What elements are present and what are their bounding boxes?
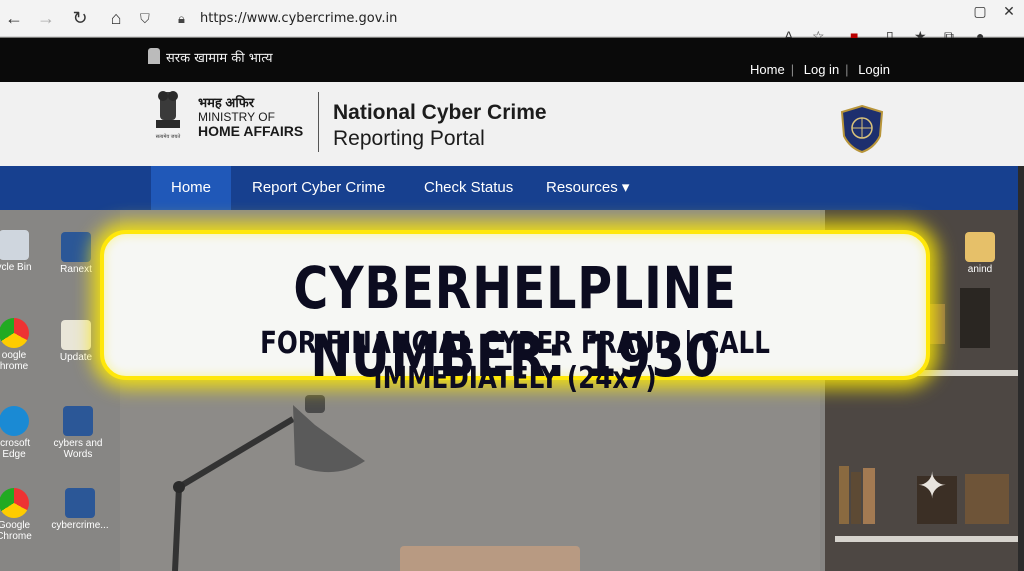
desk-lamp-illustration — [172, 395, 365, 571]
ministry-hindi: भमह अफिर — [198, 95, 255, 110]
close-window-icon[interactable]: ✕ — [994, 0, 1024, 22]
main-navigation: Home Report Cyber Crime Check Status Res… — [0, 166, 1018, 210]
desktop-icon-folder[interactable]: anind — [944, 232, 1016, 275]
home-icon[interactable]: ⌂ — [104, 6, 128, 30]
portal-title-line1: National Cyber Crime — [333, 101, 547, 124]
sparkle-icon: ✦ — [917, 465, 948, 506]
reload-icon[interactable]: ↻ — [68, 6, 92, 30]
url-text[interactable]: https://www.cybercrime.gov.in — [200, 6, 397, 32]
word-document-icon — [63, 406, 93, 436]
forward-arrow-icon[interactable]: → — [34, 6, 58, 30]
shield-icon[interactable]: ⛉ — [140, 6, 150, 32]
government-text: सरक खामाम की भात्य — [166, 51, 273, 66]
helpline-banner: CYBERHELPLINE NUMBER: 1930 FOR FINANCIAL… — [100, 230, 930, 396]
national-emblem-logo: सत्यमेव जयते — [156, 91, 181, 140]
portal-title-line2: Reporting Portal — [333, 127, 485, 150]
browser-toolbar: ← → ↻ ⌂ ⛉ 🔒︎ https://www.cybercrime.gov.… — [0, 0, 1024, 44]
nav-report-cyber-crime[interactable]: Report Cyber Crime — [232, 166, 405, 210]
recycle-bin-icon — [0, 230, 29, 260]
header-divider — [318, 92, 319, 152]
address-bar[interactable]: ⛉ 🔒︎ https://www.cybercrime.gov.in — [140, 6, 680, 32]
desktop-icon-google-chrome[interactable]: Google Chrome — [0, 488, 50, 542]
nav-check-status[interactable]: Check Status — [404, 166, 533, 210]
ministry-line1: MINISTRY OF — [198, 110, 275, 124]
top-link-home[interactable]: Home — [744, 62, 791, 77]
helpline-subtext: FOR FINANCIAL CYBER FRAUD | CALL IMMEDIA… — [260, 326, 770, 396]
government-bar: सरक खामाम की भात्य Home | Log in | Login — [0, 38, 1024, 82]
back-arrow-icon[interactable]: ← — [2, 6, 26, 30]
word-document-icon — [61, 232, 91, 262]
page-scrollbar[interactable] — [1018, 166, 1024, 571]
restore-window-icon[interactable]: ▢ — [965, 0, 995, 22]
update-file-icon — [61, 320, 91, 350]
emblem-mini-icon — [148, 48, 160, 64]
portal-header: सत्यमेव जयते भमह अफिर MINISTRY OF HOME A… — [0, 82, 1024, 166]
cyber-badge-logo — [840, 104, 884, 154]
ministry-line2: HOME AFFAIRS — [198, 123, 304, 139]
desktop-icon-cybers-and-words[interactable]: cybers and Words — [42, 406, 114, 460]
chrome-icon — [0, 488, 29, 518]
portal-title: National Cyber Crime Reporting Portal — [333, 100, 547, 152]
edge-icon — [0, 406, 29, 436]
top-link-login[interactable]: Login — [852, 62, 896, 77]
desktop-icon-cybercrime[interactable]: cybercrime... — [44, 488, 116, 531]
emblem-motto: सत्यमेव जयते — [156, 133, 181, 140]
lock-icon[interactable]: 🔒︎ — [178, 6, 185, 32]
top-links: Home | Log in | Login — [744, 62, 896, 77]
top-link-log-in[interactable]: Log in — [798, 62, 845, 77]
nav-resources[interactable]: Resources ▾ — [526, 166, 649, 210]
word-document-icon — [65, 488, 95, 518]
laptop-lid — [400, 546, 580, 571]
ministry-name: भमह अफिर MINISTRY OF HOME AFFAIRS — [198, 95, 304, 139]
chrome-icon — [0, 318, 29, 348]
nav-home[interactable]: Home — [151, 166, 232, 210]
folder-icon — [965, 232, 995, 262]
